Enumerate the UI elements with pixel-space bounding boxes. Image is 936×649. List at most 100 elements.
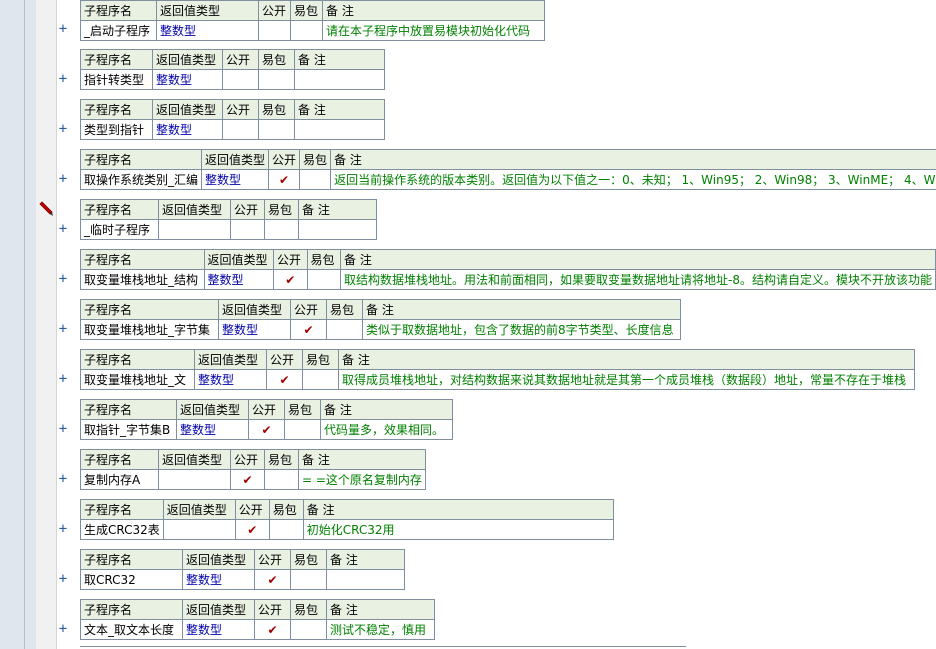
public-cell[interactable]: ✔	[266, 369, 303, 390]
public-cell[interactable]: ✔	[273, 269, 308, 290]
expand-toggle[interactable]: +	[56, 422, 70, 436]
easy-package-cell[interactable]	[290, 619, 327, 640]
return-type-cell[interactable]: 整数型	[182, 569, 255, 590]
expand-toggle[interactable]: +	[56, 122, 70, 136]
public-cell[interactable]: ✔	[230, 469, 265, 490]
col-header-note: 备 注	[320, 399, 453, 420]
easy-package-cell[interactable]	[258, 69, 295, 90]
expand-toggle[interactable]: +	[56, 322, 70, 336]
note-cell[interactable]	[326, 569, 405, 590]
easy-package-cell[interactable]	[258, 119, 295, 140]
col-header-name: 子程序名	[80, 249, 205, 270]
easy-package-cell[interactable]	[302, 369, 339, 390]
easy-package-cell[interactable]	[299, 169, 332, 190]
col-header-public: 公开	[222, 49, 259, 70]
expand-toggle[interactable]: +	[56, 172, 70, 186]
return-type-cell[interactable]: 整数型	[152, 69, 223, 90]
note-cell[interactable]: = =这个原名复制内存	[298, 469, 426, 490]
subroutine-table: 子程序名 返回值类型 公开 易包备 注 取变量堆栈地址_结构 整数型 ✔ 取结构数据堆栈地址…	[80, 249, 936, 290]
return-type-cell[interactable]	[162, 519, 236, 540]
note-cell[interactable]: 代码量多，效果相同。	[320, 419, 453, 440]
public-cell[interactable]: ✔	[268, 169, 301, 190]
return-type-cell[interactable]: 整数型	[194, 369, 267, 390]
subroutine-table: 子程序名 返回值类型 公开 易包备 注 生成CRC32表 ✔ 初始化CRC32用	[80, 499, 614, 540]
col-header-return-type: 返回值类型	[194, 349, 267, 370]
return-type-cell[interactable]: 整数型	[201, 169, 270, 190]
col-header-return-type: 返回值类型	[162, 499, 236, 520]
subroutine-name-cell[interactable]: 取变量堆栈地址_字节集	[80, 319, 219, 340]
note-cell[interactable]: 类似于取数据地址，包含了数据的前8字节类型、长度信息	[362, 319, 681, 340]
expand-toggle[interactable]: +	[56, 72, 70, 86]
subroutine-name-cell[interactable]: 取变量堆栈地址_文	[80, 369, 195, 390]
note-cell[interactable]: 取结构数据堆栈地址。用法和前面相同，如果要取变量数据地址请将地址-8。结构请自定…	[340, 269, 936, 290]
col-header-easy-package: 易包	[264, 199, 299, 220]
note-cell[interactable]	[294, 69, 385, 90]
note-cell[interactable]	[294, 119, 385, 140]
subroutine-name-cell[interactable]: 取指针_字节集B	[80, 419, 177, 440]
note-cell[interactable]: 初始化CRC32用	[302, 519, 614, 540]
subroutine-name-cell[interactable]: 指针转类型	[80, 69, 153, 90]
note-cell[interactable]: 请在本子程序中放置易模块初始化代码	[322, 20, 545, 41]
public-cell[interactable]	[230, 219, 265, 240]
easy-package-cell[interactable]	[284, 419, 321, 440]
easy-package-cell[interactable]	[290, 569, 327, 590]
easy-package-cell[interactable]	[268, 519, 304, 540]
subroutine-name-cell[interactable]: 类型到指针	[80, 119, 153, 140]
subroutine-table: 子程序名 返回值类型 公开 易包备 注 取变量堆栈地址_文 整数型 ✔ 取得成员堆栈地址，对…	[80, 349, 915, 390]
public-cell[interactable]: ✔	[290, 319, 327, 340]
subroutine-name-cell[interactable]: _启动子程序	[80, 20, 157, 41]
easy-package-cell[interactable]	[264, 469, 299, 490]
note-cell[interactable]: 取得成员堆栈地址，对结构数据来说其数据地址就是其第一个成员堆栈（数据段）地址，常…	[338, 369, 915, 390]
expand-toggle[interactable]: +	[56, 272, 70, 286]
col-header-public: 公开	[290, 299, 327, 320]
easy-package-cell[interactable]	[264, 219, 299, 240]
return-type-cell[interactable]	[158, 469, 231, 490]
public-cell[interactable]: ✔	[254, 619, 291, 640]
public-cell[interactable]: ✔	[234, 519, 270, 540]
return-type-cell[interactable]: 整数型	[156, 20, 259, 41]
return-type-cell[interactable]	[158, 219, 231, 240]
expand-toggle[interactable]: +	[56, 222, 70, 236]
public-cell[interactable]: ✔	[254, 569, 291, 590]
col-header-name: 子程序名	[80, 0, 157, 21]
note-cell[interactable]: 测试不稳定，慎用	[326, 619, 435, 640]
public-cell[interactable]: ✔	[248, 419, 285, 440]
subroutine-name-cell[interactable]: 取变量堆栈地址_结构	[80, 269, 205, 290]
subroutine-table: 子程序名 返回值类型 公开 易包备 注 取CRC32 整数型 ✔	[80, 549, 405, 590]
expand-toggle[interactable]: +	[56, 22, 70, 36]
col-header-public: 公开	[234, 499, 270, 520]
expand-toggle[interactable]: +	[56, 522, 70, 536]
easy-package-cell[interactable]	[326, 319, 363, 340]
public-cell[interactable]	[258, 20, 291, 41]
col-header-name: 子程序名	[79, 149, 203, 170]
return-type-cell[interactable]: 整数型	[176, 419, 249, 440]
subroutine-name-cell[interactable]: 文本_取文本长度	[80, 619, 183, 640]
public-cell[interactable]	[222, 119, 259, 140]
subroutine-name-cell[interactable]: _临时子程序	[80, 219, 159, 240]
return-type-cell[interactable]: 整数型	[182, 619, 255, 640]
col-header-easy-package: 易包	[326, 299, 363, 320]
return-type-cell[interactable]: 整数型	[218, 319, 291, 340]
subroutine-table: 子程序名 返回值类型 公开 易包备 注 _临时子程序	[80, 199, 377, 240]
note-cell[interactable]	[298, 219, 377, 240]
col-header-note: 备 注	[322, 0, 545, 21]
return-type-cell[interactable]: 整数型	[152, 119, 223, 140]
subroutine-name-cell[interactable]: 取CRC32	[80, 569, 183, 590]
easy-package-cell[interactable]	[290, 20, 323, 41]
col-header-easy-package: 易包	[299, 149, 332, 170]
note-cell[interactable]: 返回当前操作系统的版本类别。返回值为以下值之一：0、未知； 1、Win95； 2…	[330, 169, 936, 190]
pencil-icon[interactable]	[38, 201, 54, 217]
expand-toggle[interactable]: +	[56, 472, 70, 486]
subroutine-name-cell[interactable]: 生成CRC32表	[80, 519, 164, 540]
subroutine-name-cell[interactable]: 复制内存A	[80, 469, 159, 490]
col-header-return-type: 返回值类型	[218, 299, 291, 320]
expand-toggle[interactable]: +	[56, 372, 70, 386]
col-header-name: 子程序名	[80, 299, 219, 320]
return-type-cell[interactable]: 整数型	[203, 269, 274, 290]
col-header-return-type: 返回值类型	[158, 199, 231, 220]
easy-package-cell[interactable]	[306, 269, 341, 290]
subroutine-name-cell[interactable]: 取操作系统类别_汇编	[79, 169, 203, 190]
expand-toggle[interactable]: +	[56, 622, 70, 636]
expand-toggle[interactable]: +	[56, 572, 70, 586]
public-cell[interactable]	[222, 69, 259, 90]
